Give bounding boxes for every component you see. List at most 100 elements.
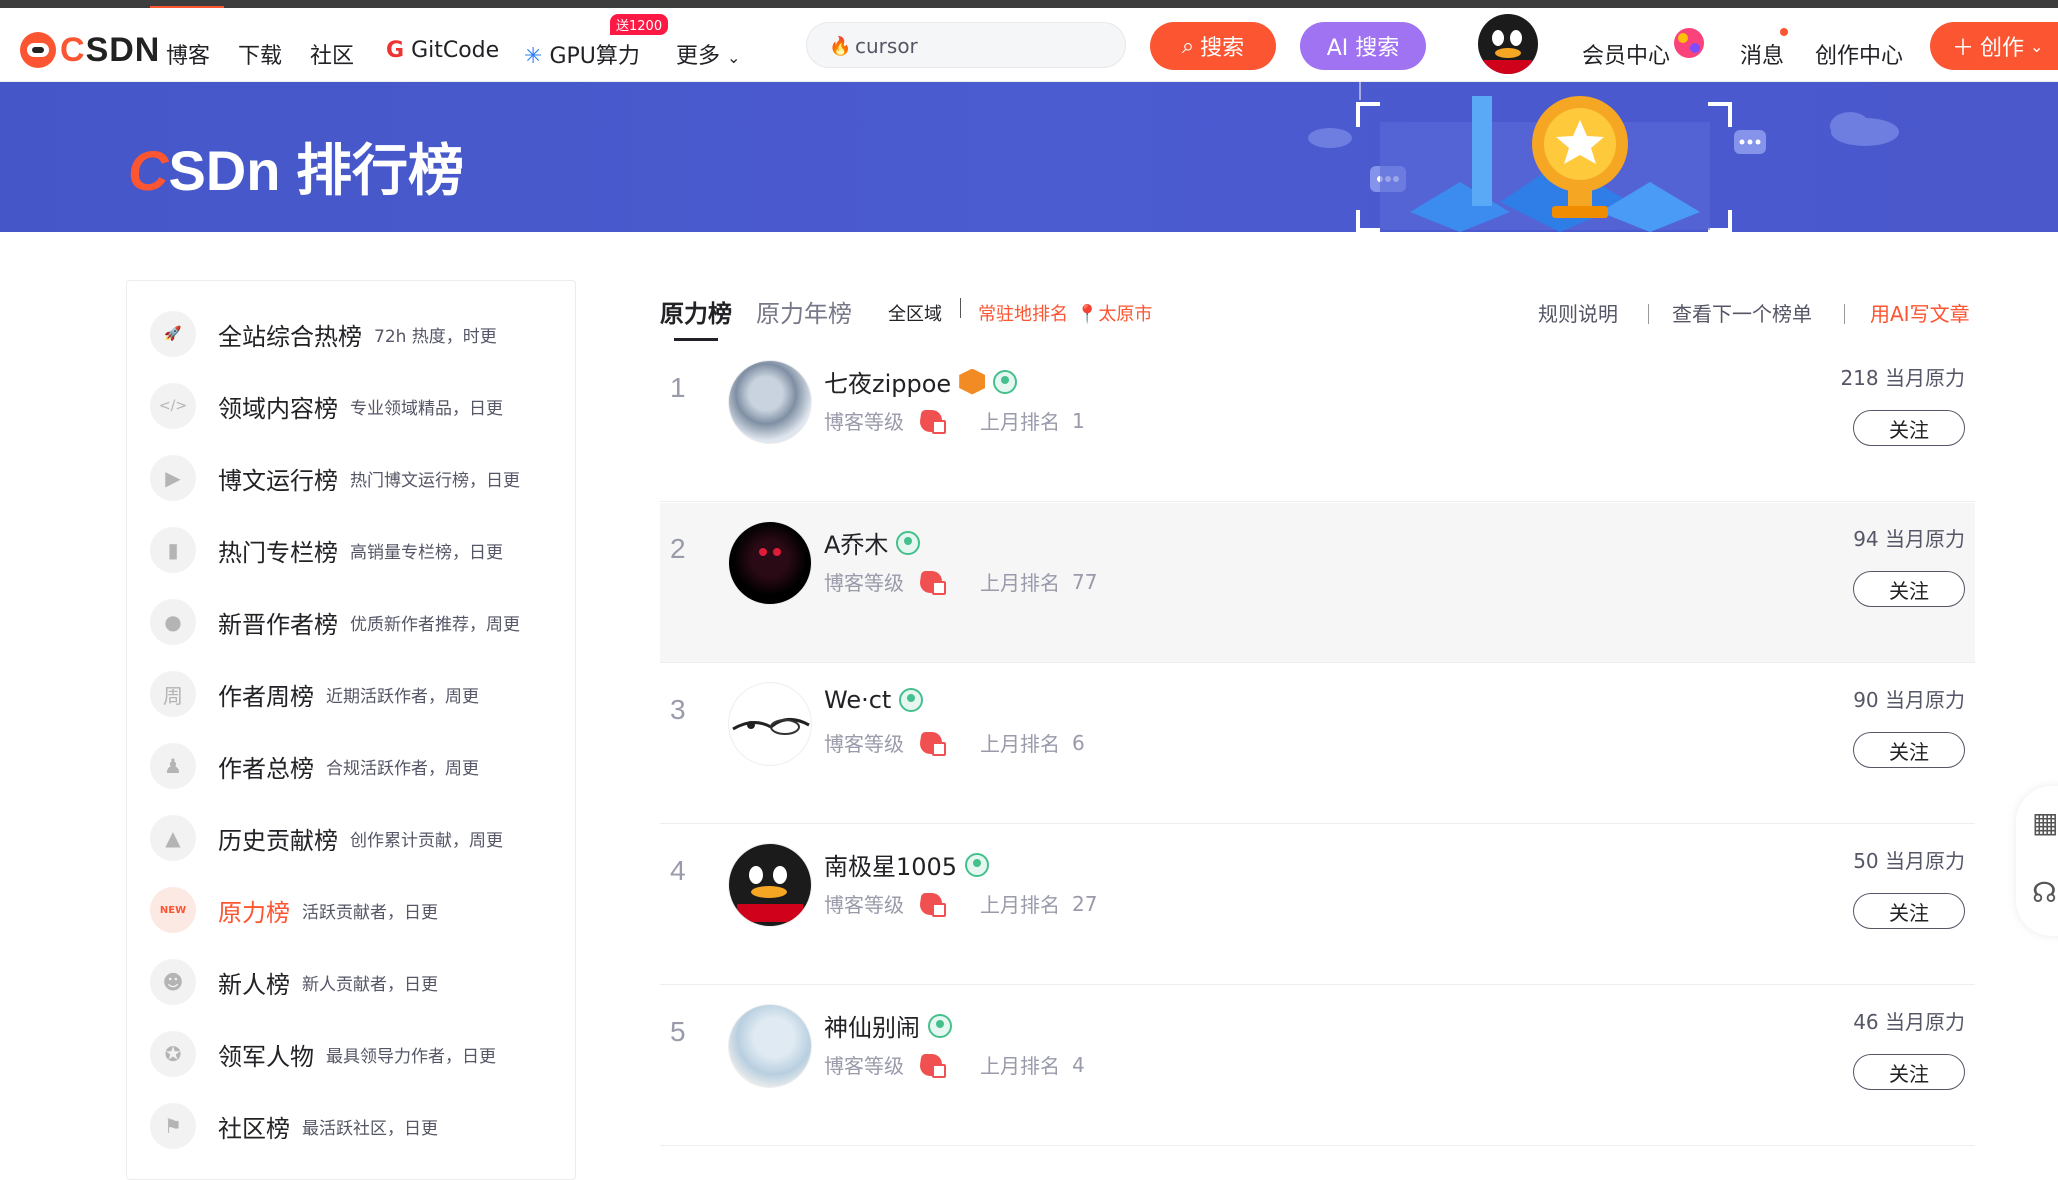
nav-gitcode[interactable]: G GitCode <box>386 38 499 63</box>
last-month-rank-label: 上月排名 <box>980 571 1060 595</box>
book-icon: ▮ <box>150 527 196 573</box>
user-avatar[interactable] <box>1478 14 1538 74</box>
author-name[interactable]: A乔木 <box>824 525 888 560</box>
tab-power-list[interactable]: 原力榜 <box>660 294 732 329</box>
nav-gpu[interactable]: ✳ GPU算力 <box>524 38 640 70</box>
author-name[interactable]: 神仙别闹 <box>824 1008 920 1043</box>
search-input[interactable] <box>855 31 1115 61</box>
csdn-logo[interactable]: CSDN <box>20 30 160 70</box>
author-avatar[interactable] <box>728 360 812 444</box>
last-month-rank-value: 4 <box>1072 1052 1085 1077</box>
nav-blog[interactable]: 博客 <box>166 38 210 70</box>
expert-badge-icon <box>959 368 986 395</box>
contribution-icon: ▲ <box>150 815 196 861</box>
table-row: 2 A乔木 博客等级 上月排名 77 94 当月原力 关注 <box>660 503 1975 663</box>
author-avatar[interactable] <box>728 1004 812 1088</box>
tab-power-year-list[interactable]: 原力年榜 <box>756 294 852 329</box>
nav-gitcode-label: GitCode <box>411 38 500 63</box>
sidebar-item[interactable]: ♟ 作者总榜 合规活跃作者，周更 <box>150 740 479 792</box>
sidebar-item[interactable]: ☻ 新人榜 新人贡献者，日更 <box>150 956 438 1008</box>
sidebar-item[interactable]: NEW 原力榜 活跃贡献者，日更 <box>150 884 438 936</box>
sidebar-item[interactable]: 🚀 全站综合热榜 72h 热度，时更 <box>150 308 497 360</box>
ai-write-link[interactable]: 用AI写文章 <box>1870 298 1970 327</box>
author-name[interactable]: 南极星1005 <box>824 847 957 882</box>
sidebar-item[interactable]: 周作者周榜 近期活跃作者，周更 <box>150 668 479 720</box>
ai-search-button[interactable]: AI 搜索 <box>1300 22 1426 70</box>
monthly-power-value: 94 <box>1853 527 1879 551</box>
author-name[interactable]: We·ct <box>824 686 891 714</box>
nav-more[interactable]: 更多 ⌄ <box>676 38 740 70</box>
sidebar-item[interactable]: ⚑ 社区榜 最活跃社区，日更 <box>150 1100 438 1152</box>
follow-button[interactable]: 关注 <box>1853 410 1965 446</box>
author-name[interactable]: 七夜zippoe <box>824 364 951 399</box>
sidebar-item-desc: 合规活跃作者，周更 <box>326 758 479 779</box>
rules-link[interactable]: 规则说明 <box>1538 298 1618 327</box>
messages-link[interactable]: 消息 <box>1740 38 1784 70</box>
monthly-power: 94 当月原力 <box>1853 523 1965 552</box>
gitcode-icon: G <box>386 38 405 63</box>
qrcode-icon[interactable]: ▦ <box>2032 806 2058 839</box>
verified-badge-icon <box>993 369 1018 394</box>
create-button[interactable]: ＋创作 ⌄ <box>1930 22 2058 70</box>
play-icon: ▶ <box>150 455 196 501</box>
sidebar-item[interactable]: ▶ 博文运行榜 热门博文运行榜，日更 <box>150 452 520 504</box>
chevron-down-icon: ⌄ <box>2030 36 2044 56</box>
floating-toolbar: ▦ ☊ <box>2016 786 2058 936</box>
sidebar-item[interactable]: ▲ 历史贡献榜 创作累计贡献，周更 <box>150 812 503 864</box>
sidebar-item-label: 历史贡献榜 <box>218 826 338 855</box>
monthly-power: 50 当月原力 <box>1853 845 1965 874</box>
sidebar-item-label: 领域内容榜 <box>218 394 338 423</box>
author-avatar[interactable] <box>728 521 812 605</box>
author-meta: 博客等级 上月排名 1 <box>824 406 1085 435</box>
sidebar-item[interactable]: </> 领域内容榜 专业领域精品，日更 <box>150 380 503 432</box>
nav-community[interactable]: 社区 <box>310 38 354 70</box>
sidebar-item-desc: 新人贡献者，日更 <box>302 974 438 995</box>
sidebar-item[interactable]: ✪ 领军人物 最具领导力作者，日更 <box>150 1028 496 1080</box>
vip-gift-icon <box>1674 28 1704 58</box>
sidebar-item-desc: 近期活跃作者，周更 <box>326 686 479 707</box>
filter-resident-rank[interactable]: 常驻地排名 <box>978 300 1068 326</box>
blog-level-icon <box>918 1052 946 1078</box>
author-meta: 博客等级 上月排名 27 <box>824 889 1097 918</box>
author-name-group: 神仙别闹 <box>824 1008 952 1043</box>
divider <box>1844 304 1845 324</box>
sidebar-item-label: 作者总榜 <box>218 754 314 783</box>
rank-number: 5 <box>670 1016 686 1047</box>
sidebar-item[interactable]: ● 新晋作者榜 优质新作者推荐，周更 <box>150 596 520 648</box>
ranking-banner: CSDn 排行榜 <box>0 82 2058 232</box>
gpu-promo-badge: 送1200 <box>610 14 669 35</box>
sidebar-item[interactable]: ▮ 热门专栏榜 高销量专栏榜，日更 <box>150 524 503 576</box>
table-row: 5 神仙别闹 博客等级 上月排名 4 46 当月原力 关注 <box>660 986 1975 1146</box>
last-month-rank-label: 上月排名 <box>980 410 1060 434</box>
next-list-link[interactable]: 查看下一个榜单 <box>1672 298 1812 327</box>
follow-button[interactable]: 关注 <box>1853 893 1965 929</box>
chevron-down-icon: ⌄ <box>727 48 741 67</box>
follow-button[interactable]: 关注 <box>1853 732 1965 768</box>
rank-number: 2 <box>670 533 686 564</box>
table-row: 1 七夜zippoe 博客等级 上月排名 1 218 当月原力 关注 <box>660 342 1975 502</box>
customer-service-icon[interactable]: ☊ <box>2032 876 2057 909</box>
author-name-group: A乔木 <box>824 525 921 560</box>
follow-button[interactable]: 关注 <box>1853 1054 1965 1090</box>
author-meta: 博客等级 上月排名 4 <box>824 1050 1085 1079</box>
search-button-label: 搜索 <box>1200 36 1245 61</box>
creator-center-link[interactable]: 创作中心 <box>1815 38 1903 70</box>
vip-center-link[interactable]: 会员中心 <box>1582 38 1670 70</box>
search-button[interactable]: ⌕ 搜索 <box>1150 22 1276 70</box>
author-avatar[interactable] <box>728 843 812 927</box>
week-icon: 周 <box>150 671 196 717</box>
filter-all-regions[interactable]: 全区域 <box>888 300 942 326</box>
author-avatar[interactable] <box>728 682 812 766</box>
banner-title-c: C <box>128 139 169 202</box>
follow-button[interactable]: 关注 <box>1853 571 1965 607</box>
filter-city[interactable]: 📍太原市 <box>1076 300 1152 326</box>
search-icon: ⌕ <box>1181 33 1195 59</box>
nav-download[interactable]: 下载 <box>238 38 282 70</box>
verified-badge-icon <box>965 852 990 877</box>
logo-c: C <box>60 30 86 69</box>
divider <box>960 298 961 318</box>
fire-icon: 🔥 <box>829 36 852 57</box>
sidebar-item-label: 新人榜 <box>218 970 290 999</box>
verified-badge-icon <box>928 1013 952 1038</box>
verified-badge-icon <box>896 530 921 555</box>
